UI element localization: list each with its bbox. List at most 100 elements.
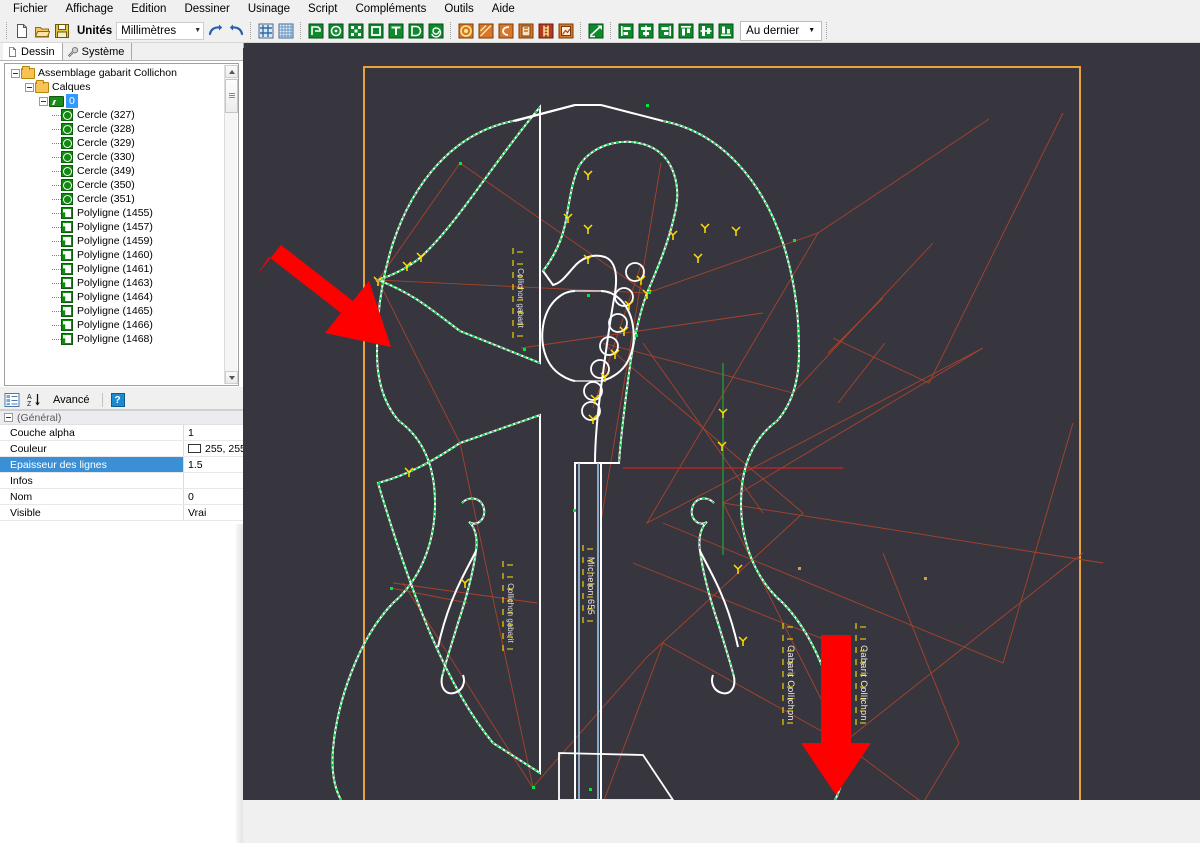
left-panel-empty-area (0, 524, 243, 843)
tree-expander-calques[interactable] (24, 80, 35, 94)
rectangle-tool-icon[interactable] (366, 21, 386, 41)
property-value-cell[interactable] (184, 473, 243, 488)
tree-item-14[interactable]: Polyligne (1465) (5, 304, 224, 318)
tab-dessin[interactable]: Dessin (3, 43, 63, 60)
menu-outils[interactable]: Outils (435, 0, 482, 19)
circle-tool-icon[interactable] (326, 21, 346, 41)
tree-item-5[interactable]: Cercle (350) (5, 178, 224, 192)
new-document-icon[interactable] (12, 21, 32, 41)
align-bottom-icon[interactable] (716, 21, 736, 41)
scroll-down-button[interactable] (225, 371, 238, 384)
align-top-icon[interactable] (676, 21, 696, 41)
alphabetical-sort-icon[interactable]: AZ (25, 392, 43, 409)
align-target-select[interactable]: Au dernier ▼ (740, 20, 823, 41)
tree-item-13[interactable]: Polyligne (1464) (5, 290, 224, 304)
align-left-icon[interactable] (616, 21, 636, 41)
tree-item-10[interactable]: Polyligne (1460) (5, 248, 224, 262)
snap-grid-icon[interactable] (256, 21, 276, 41)
pocket-machining-icon[interactable] (456, 21, 476, 41)
property-value-cell[interactable]: 1 (184, 425, 243, 440)
tree-item-11[interactable]: Polyligne (1461) (5, 262, 224, 276)
tab-systeme[interactable]: Système (62, 43, 133, 60)
undo-arrow-icon[interactable] (206, 21, 226, 41)
scrollbar-thumb[interactable] (225, 79, 238, 113)
tree-item-15[interactable]: Polyligne (1466) (5, 318, 224, 332)
tree-item-3[interactable]: Cercle (330) (5, 150, 224, 164)
simulation-icon[interactable] (556, 21, 576, 41)
drill-machining-icon[interactable] (516, 21, 536, 41)
cad-drawing-canvas[interactable]: Michelon 655 Gabarit Collichon Gabarit C… (243, 43, 1200, 800)
tree-node-calques[interactable]: Calques (5, 79, 224, 94)
property-category-row[interactable]: (Général) (0, 411, 243, 425)
tree-connector (52, 142, 61, 144)
tree-item-4[interactable]: Cercle (349) (5, 164, 224, 178)
object-tree[interactable]: Assemblage gabarit Collichon Calques 0 C… (4, 63, 239, 386)
tree-item-label: Cercle (350) (77, 179, 135, 191)
menu-usinage[interactable]: Usinage (239, 0, 299, 19)
menu-fichier[interactable]: Fichier (4, 0, 57, 19)
tree-scrollbar[interactable] (224, 65, 238, 384)
tree-connector (52, 296, 61, 298)
tree-item-9[interactable]: Polyligne (1459) (5, 234, 224, 248)
help-icon[interactable]: ? (109, 392, 127, 409)
property-value-cell[interactable]: 255, 255, (184, 441, 243, 456)
menu-aide[interactable]: Aide (483, 0, 524, 19)
show-grid-icon[interactable] (276, 21, 296, 41)
arc-tool-icon[interactable] (406, 21, 426, 41)
collapse-icon[interactable] (4, 413, 13, 422)
tree-node-layer-0[interactable]: 0 (5, 94, 224, 108)
scroll-up-button[interactable] (225, 65, 238, 78)
polyline-object-icon (61, 291, 73, 303)
units-select[interactable]: Millimètres ▼ (116, 21, 205, 40)
engrave-machining-icon[interactable] (476, 21, 496, 41)
property-row-3[interactable]: Infos (0, 473, 243, 489)
menu-complements[interactable]: Compléments (346, 0, 435, 19)
thread-machining-icon[interactable] (536, 21, 556, 41)
tree-node-root[interactable]: Assemblage gabarit Collichon (5, 65, 224, 80)
tree-item-12[interactable]: Polyligne (1463) (5, 276, 224, 290)
property-row-1[interactable]: Couleur 255, 255, (0, 441, 243, 457)
property-value-cell[interactable]: 0 (184, 489, 243, 504)
align-right-icon[interactable] (656, 21, 676, 41)
categorized-view-icon[interactable] (3, 392, 21, 409)
tree-item-2[interactable]: Cercle (329) (5, 136, 224, 150)
profile-machining-icon[interactable] (496, 21, 516, 41)
property-row-0[interactable]: Couche alpha 1 (0, 425, 243, 441)
text-tool-icon[interactable] (386, 21, 406, 41)
tree-item-6[interactable]: Cercle (351) (5, 192, 224, 206)
save-disk-icon[interactable] (52, 21, 72, 41)
align-center-vertical-icon[interactable] (696, 21, 716, 41)
menu-script[interactable]: Script (299, 0, 346, 19)
tree-item-8[interactable]: Polyligne (1457) (5, 220, 224, 234)
color-swatch[interactable] (188, 444, 201, 453)
property-row-4[interactable]: Nom 0 (0, 489, 243, 505)
toolbar-separator (300, 22, 302, 39)
tree-expander-root[interactable] (10, 66, 21, 80)
menu-edition[interactable]: Edition (122, 0, 175, 19)
spiral-tool-icon[interactable] (426, 21, 446, 41)
transform-tool-icon[interactable] (586, 21, 606, 41)
collapse-icon[interactable] (11, 68, 20, 78)
property-grid[interactable]: (Général) Couche alpha 1 Couleur 255, 255, E… (0, 410, 243, 524)
menu-dessiner[interactable]: Dessiner (175, 0, 238, 19)
property-row-2[interactable]: Epaisseur des lignes 1.5 (0, 457, 243, 473)
tree-item-16[interactable]: Polyligne (1468) (5, 332, 224, 346)
menu-affichage[interactable]: Affichage (57, 0, 123, 19)
redo-arrow-icon[interactable] (226, 21, 246, 41)
property-value-cell[interactable]: 1.5 (184, 457, 243, 472)
tree-item-1[interactable]: Cercle (328) (5, 122, 224, 136)
point-cloud-tool-icon[interactable] (346, 21, 366, 41)
collapse-icon[interactable] (39, 96, 48, 106)
open-folder-icon[interactable] (32, 21, 52, 41)
tree-item-0[interactable]: Cercle (327) (5, 108, 224, 122)
tree-expander-layer-0[interactable] (38, 94, 49, 108)
tree-item-7[interactable]: Polyligne (1455) (5, 206, 224, 220)
property-row-5[interactable]: Visible Vrai (0, 505, 243, 521)
circle-object-icon (61, 151, 73, 163)
advanced-button[interactable]: Avancé (47, 394, 96, 406)
pane-splitter[interactable] (236, 524, 243, 843)
align-center-horizontal-icon[interactable] (636, 21, 656, 41)
polyline-tool-icon[interactable] (306, 21, 326, 41)
property-value-cell[interactable]: Vrai (184, 505, 243, 520)
collapse-icon[interactable] (25, 82, 34, 92)
